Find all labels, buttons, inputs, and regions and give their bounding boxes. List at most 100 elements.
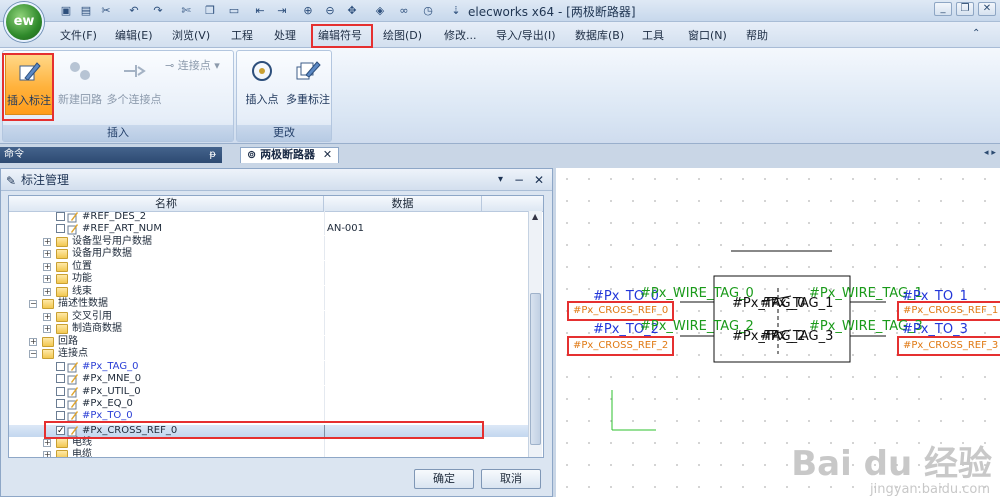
pin-to-3-label[interactable]: #Px_TO_3	[902, 322, 968, 337]
menu-tools[interactable]: 工具	[642, 27, 664, 45]
undo-icon[interactable]: ↶	[126, 3, 142, 19]
ribbon-group-change: 插入点 多重标注 更改	[236, 50, 332, 142]
tree-row[interactable]: #REF_ART_NUM AN-001	[9, 223, 529, 235]
cross-ref-2-label[interactable]: #Px_CROSS_REF_2	[567, 336, 675, 356]
expand-icon[interactable]: +	[43, 263, 51, 271]
expand-icon[interactable]: +	[43, 238, 51, 246]
column-header-name[interactable]: 名称	[9, 196, 324, 212]
tag-icon	[67, 374, 78, 385]
restore-button[interactable]: ❐	[956, 2, 974, 16]
zoom-out-icon[interactable]: ⊖	[322, 3, 338, 19]
tree-row[interactable]: + 线束	[9, 286, 529, 298]
dialog-dropdown-icon[interactable]: ▾	[498, 169, 503, 191]
new-circuit-button[interactable]: 新建回路	[57, 53, 103, 115]
tree-row[interactable]: + 制造商数据	[9, 323, 529, 335]
tree-row[interactable]: #Px_TAG_0	[9, 361, 529, 373]
dialog-close-icon[interactable]: ✕	[534, 169, 544, 191]
expand-icon[interactable]: +	[43, 325, 51, 333]
menu-modify[interactable]: 修改...	[444, 27, 477, 45]
tab-two-pole-breaker[interactable]: ⊚ 两极断路器 ✕	[240, 147, 340, 163]
column-header-data[interactable]: 数据	[324, 196, 482, 212]
expand-icon[interactable]: +	[43, 451, 51, 457]
tree-row[interactable]: + 设备型号用户数据	[9, 236, 529, 248]
multi-tag-button[interactable]: 多重标注	[285, 53, 331, 115]
binoculars-icon[interactable]: ∞	[396, 3, 412, 19]
tree-row[interactable]: + 交叉引用	[9, 311, 529, 323]
multi-tag-label: 多重标注	[286, 93, 330, 106]
redo-icon[interactable]: ↷	[150, 3, 166, 19]
tree-row[interactable]: #Px_EQ_0	[9, 398, 529, 410]
dialog-minimize-icon[interactable]: −	[514, 169, 524, 191]
baidu-watermark-logo: Bai du 经验	[791, 444, 992, 484]
expand-icon[interactable]: +	[29, 338, 37, 346]
menu-database[interactable]: 数据库(B)	[575, 27, 624, 45]
cross-ref-1-label[interactable]: #Px_CROSS_REF_1	[897, 301, 1000, 321]
expand-icon[interactable]: +	[43, 313, 51, 321]
tree-row[interactable]: + 功能	[9, 273, 529, 285]
menu-edit[interactable]: 编辑(E)	[115, 27, 153, 45]
connect-point-dropdown[interactable]: ⊸ 连接点 ▾	[165, 57, 220, 73]
menu-draw[interactable]: 绘图(D)	[383, 27, 422, 45]
tree-row[interactable]: − 描述性数据	[9, 298, 529, 310]
ok-button[interactable]: 确定	[414, 469, 474, 489]
menu-process[interactable]: 处理	[274, 27, 296, 45]
tree-row[interactable]: + 回路	[9, 336, 529, 348]
expand-icon[interactable]: +	[43, 439, 51, 447]
multi-connect-button[interactable]: 多个连接点	[105, 53, 163, 115]
expand-icon[interactable]: +	[43, 275, 51, 283]
pan-icon[interactable]: ✥	[344, 3, 360, 19]
import-icon[interactable]: ⇤	[252, 3, 268, 19]
menu-window[interactable]: 窗口(N)	[688, 27, 727, 45]
tree-row[interactable]: − 连接点	[9, 348, 529, 360]
expand-icon[interactable]: +	[43, 250, 51, 258]
tree-row[interactable]: + 设备用户数据	[9, 248, 529, 260]
menu-project[interactable]: 工程	[231, 27, 253, 45]
tree-row[interactable]: + 电缆	[9, 449, 529, 457]
insert-point-button[interactable]: 插入点	[241, 53, 283, 115]
application-menu-button[interactable]: ew	[4, 2, 44, 42]
ribbon-collapse-icon[interactable]: ⌃	[972, 28, 980, 39]
row-checkbox[interactable]	[56, 362, 65, 371]
tree-row[interactable]: #Px_MNE_0	[9, 373, 529, 385]
zoom-icon[interactable]: ⊕	[300, 3, 316, 19]
menu-help[interactable]: 帮助	[746, 27, 768, 45]
row-label: 交叉引用	[72, 311, 112, 322]
pin-icon[interactable]: ᵽ	[209, 147, 216, 163]
tree-row[interactable]: + 位置	[9, 261, 529, 273]
expand-icon[interactable]: +	[43, 288, 51, 296]
menu-file[interactable]: 文件(F)	[60, 27, 97, 45]
scroll-up-icon[interactable]: ▲	[532, 212, 538, 221]
menu-import-export[interactable]: 导入/导出(I)	[496, 27, 556, 45]
cancel-button[interactable]: 取消	[481, 469, 541, 489]
row-checkbox[interactable]	[56, 387, 65, 396]
disk-icon[interactable]: ▤	[78, 3, 94, 19]
row-checkbox[interactable]	[56, 399, 65, 408]
run-icon[interactable]: ◈	[372, 3, 388, 19]
save-icon[interactable]: ▣	[58, 3, 74, 19]
export-icon[interactable]: ⇥	[274, 3, 290, 19]
tab-scroll-arrows-icon[interactable]: ◂ ▸	[984, 148, 996, 158]
copy-icon[interactable]: ❐	[202, 3, 218, 19]
cross-ref-3-label[interactable]: #Px_CROSS_REF_3	[897, 336, 1000, 356]
row-checkbox[interactable]	[56, 411, 65, 420]
tree-row[interactable]: #REF_DES_2	[9, 211, 529, 223]
cross-ref-0-label[interactable]: #Px_CROSS_REF_0	[567, 301, 675, 321]
close-button[interactable]: ✕	[978, 2, 996, 16]
minimize-button[interactable]: _	[934, 2, 952, 16]
cut-icon[interactable]: ✂	[98, 3, 114, 19]
paste-icon[interactable]: ▭	[226, 3, 242, 19]
collapse-icon[interactable]: −	[29, 350, 37, 358]
scrollbar-thumb[interactable]	[530, 293, 541, 445]
row-checkbox[interactable]	[56, 224, 65, 233]
command-panel-header: 命令 ᵽ	[0, 147, 222, 163]
clock-icon[interactable]: ◷	[420, 3, 436, 19]
row-checkbox[interactable]	[56, 212, 65, 221]
customize-arrow-icon[interactable]: ⇣	[448, 3, 464, 19]
scissors-icon[interactable]: ✄	[178, 3, 194, 19]
close-tab-icon[interactable]: ✕	[323, 148, 332, 161]
menu-view[interactable]: 浏览(V)	[172, 27, 210, 45]
tree-row[interactable]: #Px_UTIL_0	[9, 386, 529, 398]
collapse-icon[interactable]: −	[29, 300, 37, 308]
row-checkbox[interactable]	[56, 374, 65, 383]
multi-tag-icon	[296, 61, 321, 80]
